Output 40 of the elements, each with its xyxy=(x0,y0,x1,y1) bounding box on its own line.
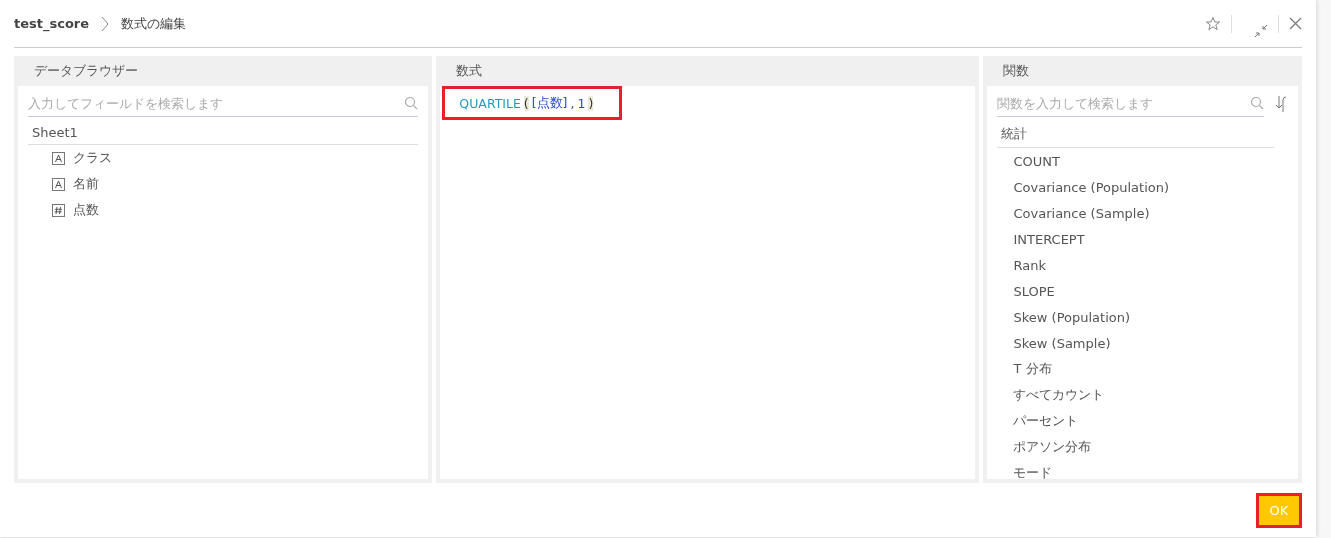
panel-title: 数式 xyxy=(456,62,483,80)
panel-title: データブラウザー xyxy=(34,62,138,80)
category-label[interactable]: 統計 xyxy=(1001,126,1028,141)
formula-token: ( xyxy=(523,95,529,111)
sheet-label[interactable]: Sheet1 xyxy=(32,125,78,140)
text-field-icon xyxy=(52,177,65,191)
formula-token: , xyxy=(570,95,575,111)
formula-token: [点数] xyxy=(531,94,568,112)
function-item[interactable]: INTERCEPT xyxy=(997,226,1085,252)
function-item[interactable]: T 分布 xyxy=(997,356,1052,382)
sort-icon[interactable] xyxy=(1274,94,1288,113)
close-icon[interactable] xyxy=(1289,17,1302,30)
search-icon[interactable] xyxy=(404,96,419,110)
function-item[interactable]: Covariance (Sample) xyxy=(997,200,1150,226)
function-item[interactable]: パーセント xyxy=(997,408,1079,434)
text-field-icon xyxy=(52,151,65,165)
field-item[interactable]: 点数 xyxy=(28,197,99,223)
panel-title: 関数 xyxy=(1003,62,1030,80)
breadcrumb-link[interactable]: test_score xyxy=(14,16,90,31)
dialog-title: 数式の編集 xyxy=(121,14,187,33)
field-item[interactable]: 名前 xyxy=(28,171,99,197)
function-item[interactable]: Rank xyxy=(997,252,1046,278)
number-field-icon xyxy=(52,203,65,217)
function-item[interactable]: COUNT xyxy=(997,148,1060,174)
function-item[interactable]: Covariance (Population) xyxy=(997,174,1170,200)
collapse-icon[interactable] xyxy=(1254,23,1268,38)
chevron-right-icon xyxy=(101,15,110,32)
formula-editor[interactable]: QUARTILE ( [点数] , 1 ) xyxy=(440,86,976,479)
function-item[interactable]: モード xyxy=(997,460,1053,479)
function-item[interactable]: Skew (Population) xyxy=(997,304,1130,330)
formula-token: 1 xyxy=(577,95,586,111)
star-icon[interactable] xyxy=(1205,15,1221,32)
formula-token: ) xyxy=(588,95,594,111)
function-item[interactable]: Skew (Sample) xyxy=(997,330,1111,356)
function-item[interactable]: SLOPE xyxy=(997,278,1055,304)
function-item[interactable]: すべてカウント xyxy=(997,382,1105,408)
field-item[interactable]: クラス xyxy=(28,145,112,171)
function-item[interactable]: ポアソン分布 xyxy=(997,434,1092,460)
search-icon[interactable] xyxy=(1250,96,1264,110)
formula-token: QUARTILE xyxy=(459,95,521,111)
